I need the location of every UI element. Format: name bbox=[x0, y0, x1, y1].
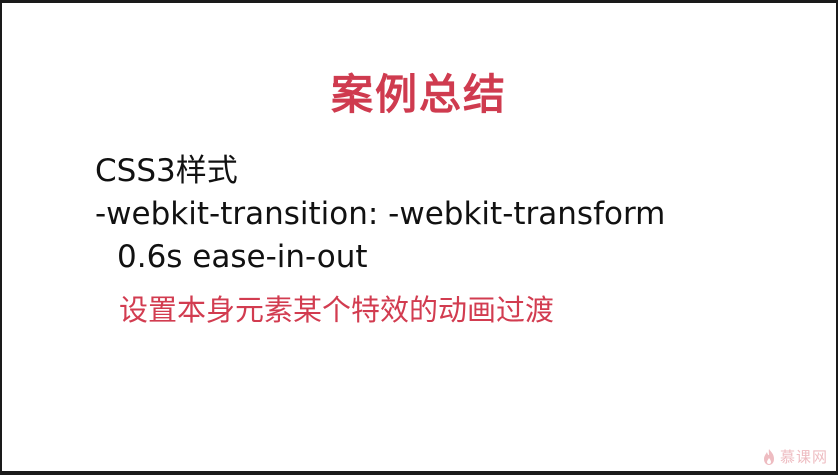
css3-style-label: CSS3样式 bbox=[95, 153, 238, 189]
transition-description: 设置本身元素某个特效的动画过渡 bbox=[119, 293, 555, 327]
transition-property-line: -webkit-transition: -webkit-transform bbox=[95, 196, 666, 232]
site-watermark: 慕课网 bbox=[762, 446, 828, 467]
presentation-slide: 案例总结 CSS3样式 -webkit-transition: -webkit-… bbox=[2, 3, 836, 471]
transition-timing-line: 0.6s ease-in-out bbox=[117, 239, 368, 275]
slide-title: 案例总结 bbox=[330, 70, 507, 119]
watermark-text: 慕课网 bbox=[779, 448, 828, 466]
screen-frame: 案例总结 CSS3样式 -webkit-transition: -webkit-… bbox=[0, 0, 838, 475]
flame-logo-icon bbox=[763, 448, 774, 465]
